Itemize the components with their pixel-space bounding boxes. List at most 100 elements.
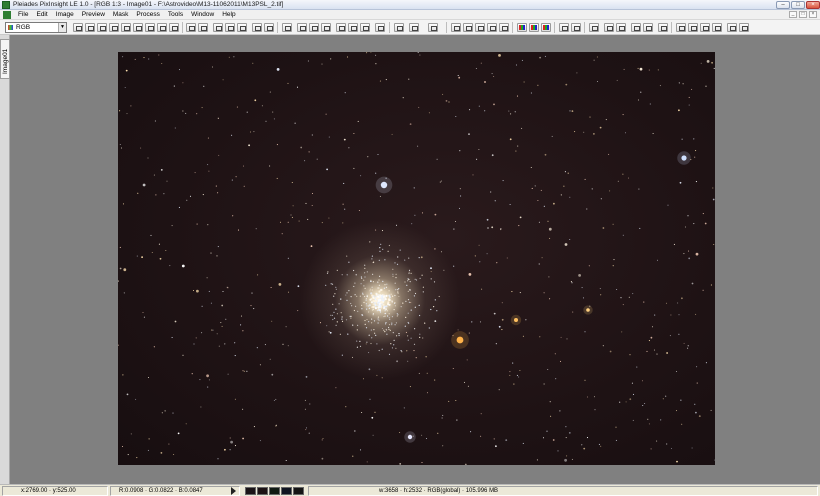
mdi-minimize-button[interactable]: _ <box>789 11 797 18</box>
toolbar-separator <box>277 22 278 33</box>
readout-swatch <box>281 487 292 495</box>
pan-mode-button[interactable] <box>109 23 119 32</box>
geometry-button[interactable] <box>451 23 461 32</box>
title-bar: Pleiades PixInsight LE 1.0 - [RGB 1:3 - … <box>0 0 820 10</box>
zoom-out-mode-button[interactable] <box>97 23 107 32</box>
toolbar-separator <box>584 22 585 33</box>
readout-swatch <box>269 487 280 495</box>
menu-preview[interactable]: Preview <box>78 11 109 19</box>
redo-button[interactable] <box>309 23 319 32</box>
center-mode-button[interactable] <box>121 23 131 32</box>
toolbar-separator <box>554 22 555 33</box>
resample-button[interactable] <box>463 23 473 32</box>
explorer-button[interactable] <box>676 23 686 32</box>
close-button[interactable]: × <box>806 1 820 9</box>
edit-preview-button[interactable] <box>157 23 167 32</box>
maximize-icon: □ <box>796 2 800 8</box>
menu-process[interactable]: Process <box>132 11 163 19</box>
zoom-in-mode-button[interactable] <box>85 23 95 32</box>
menu-image[interactable]: Image <box>52 11 78 19</box>
statistics-button[interactable] <box>571 23 581 32</box>
document-icon[interactable] <box>3 11 11 19</box>
screen-transfer-e-button[interactable] <box>409 23 419 32</box>
histogram-button[interactable] <box>559 23 569 32</box>
play-icon[interactable] <box>231 487 236 495</box>
star-field <box>118 52 715 465</box>
menu-file[interactable]: File <box>14 11 32 19</box>
star-mask-button[interactable] <box>631 23 641 32</box>
mask-enable-button[interactable] <box>336 23 346 32</box>
image-window-tab[interactable]: Image01 <box>0 39 10 79</box>
noise-reduction-button[interactable] <box>616 23 626 32</box>
fit-view-button[interactable] <box>252 23 262 32</box>
view-explorer-button[interactable] <box>712 23 722 32</box>
format-explorer-button[interactable] <box>688 23 698 32</box>
minimize-button[interactable]: – <box>776 1 790 9</box>
mask-show-button[interactable] <box>348 23 358 32</box>
history-explorer-button[interactable] <box>700 23 710 32</box>
pixel-rgb-values: R:0.0908 · G:0.0822 · B:0.0847 <box>110 486 240 496</box>
window-title: Pleiades PixInsight LE 1.0 - [RGB 1:3 - … <box>13 1 284 8</box>
zoom-in-button[interactable] <box>225 23 235 32</box>
menu-bar: File Edit Image Preview Mask Process Too… <box>0 10 820 20</box>
deconvolution-button[interactable] <box>604 23 614 32</box>
stf-button[interactable] <box>394 23 404 32</box>
channel-combination-button[interactable] <box>529 23 539 32</box>
preview-mode-button[interactable] <box>145 23 155 32</box>
zoom-out-button[interactable] <box>237 23 247 32</box>
channel-select[interactable]: RGB ▼ <box>5 22 67 33</box>
curves-button[interactable] <box>499 23 509 32</box>
minimize-icon: – <box>781 2 785 8</box>
undo-all-button[interactable] <box>321 23 331 32</box>
wavelets-button[interactable] <box>643 23 653 32</box>
image-info: w:3658 · h:2532 · RGB(global) · 105.996 … <box>308 486 818 496</box>
readout-mode-button[interactable] <box>73 23 83 32</box>
undo-history-button[interactable] <box>282 23 292 32</box>
mdi-close-button[interactable]: × <box>809 11 817 18</box>
select-button[interactable] <box>169 23 179 32</box>
image-window-tab-label: Image01 <box>2 48 9 74</box>
clone-image-button[interactable] <box>198 23 208 32</box>
zoom-1-1-button[interactable] <box>213 23 223 32</box>
cursor-coordinates: x:2769.00 · y:525.00 <box>2 486 108 496</box>
console-button[interactable] <box>739 23 749 32</box>
crop-canvas-button[interactable] <box>475 23 485 32</box>
crop-button[interactable] <box>133 23 143 32</box>
toolbar-separator <box>389 22 390 33</box>
mask-invert-button[interactable] <box>360 23 370 32</box>
rotate-button[interactable] <box>487 23 497 32</box>
full-view-button[interactable] <box>264 23 274 32</box>
readout-swatch <box>245 487 256 495</box>
toolbar: RGB ▼ <box>0 20 820 35</box>
color-calibration-button[interactable] <box>517 23 527 32</box>
workspace: Image01 <box>0 35 820 484</box>
status-bar: x:2769.00 · y:525.00 R:0.0908 · G:0.0822… <box>0 484 820 496</box>
close-icon: × <box>811 2 815 8</box>
mask-remove-button[interactable] <box>375 23 385 32</box>
script-editor-button[interactable] <box>727 23 737 32</box>
toolbar-separator <box>671 22 672 33</box>
channel-select-value: RGB <box>16 24 31 31</box>
maximize-button[interactable]: □ <box>791 1 805 9</box>
pixinsight-app-icon <box>2 1 10 9</box>
readout-swatch <box>257 487 268 495</box>
menu-tools[interactable]: Tools <box>164 11 187 19</box>
menu-help[interactable]: Help <box>218 11 239 19</box>
toolbar-separator <box>446 22 447 33</box>
channel-extraction-button[interactable] <box>541 23 551 32</box>
menu-window[interactable]: Window <box>187 11 218 19</box>
mdi-restore-button[interactable]: □ <box>799 11 807 18</box>
process-console-button[interactable] <box>658 23 668 32</box>
toolbar-separator <box>182 22 183 33</box>
readout-swatch <box>293 487 304 495</box>
pixel-math-button[interactable] <box>589 23 599 32</box>
screen-transfer-s-button[interactable] <box>428 23 438 32</box>
new-image-window-button[interactable] <box>186 23 196 32</box>
rgb-channel-icon <box>8 25 13 30</box>
toolbar-separator <box>512 22 513 33</box>
undo-button[interactable] <box>297 23 307 32</box>
menu-edit[interactable]: Edit <box>32 11 51 19</box>
image-view-m13[interactable] <box>118 52 715 465</box>
menu-mask[interactable]: Mask <box>109 11 133 19</box>
side-tab-strip: Image01 <box>0 35 10 484</box>
